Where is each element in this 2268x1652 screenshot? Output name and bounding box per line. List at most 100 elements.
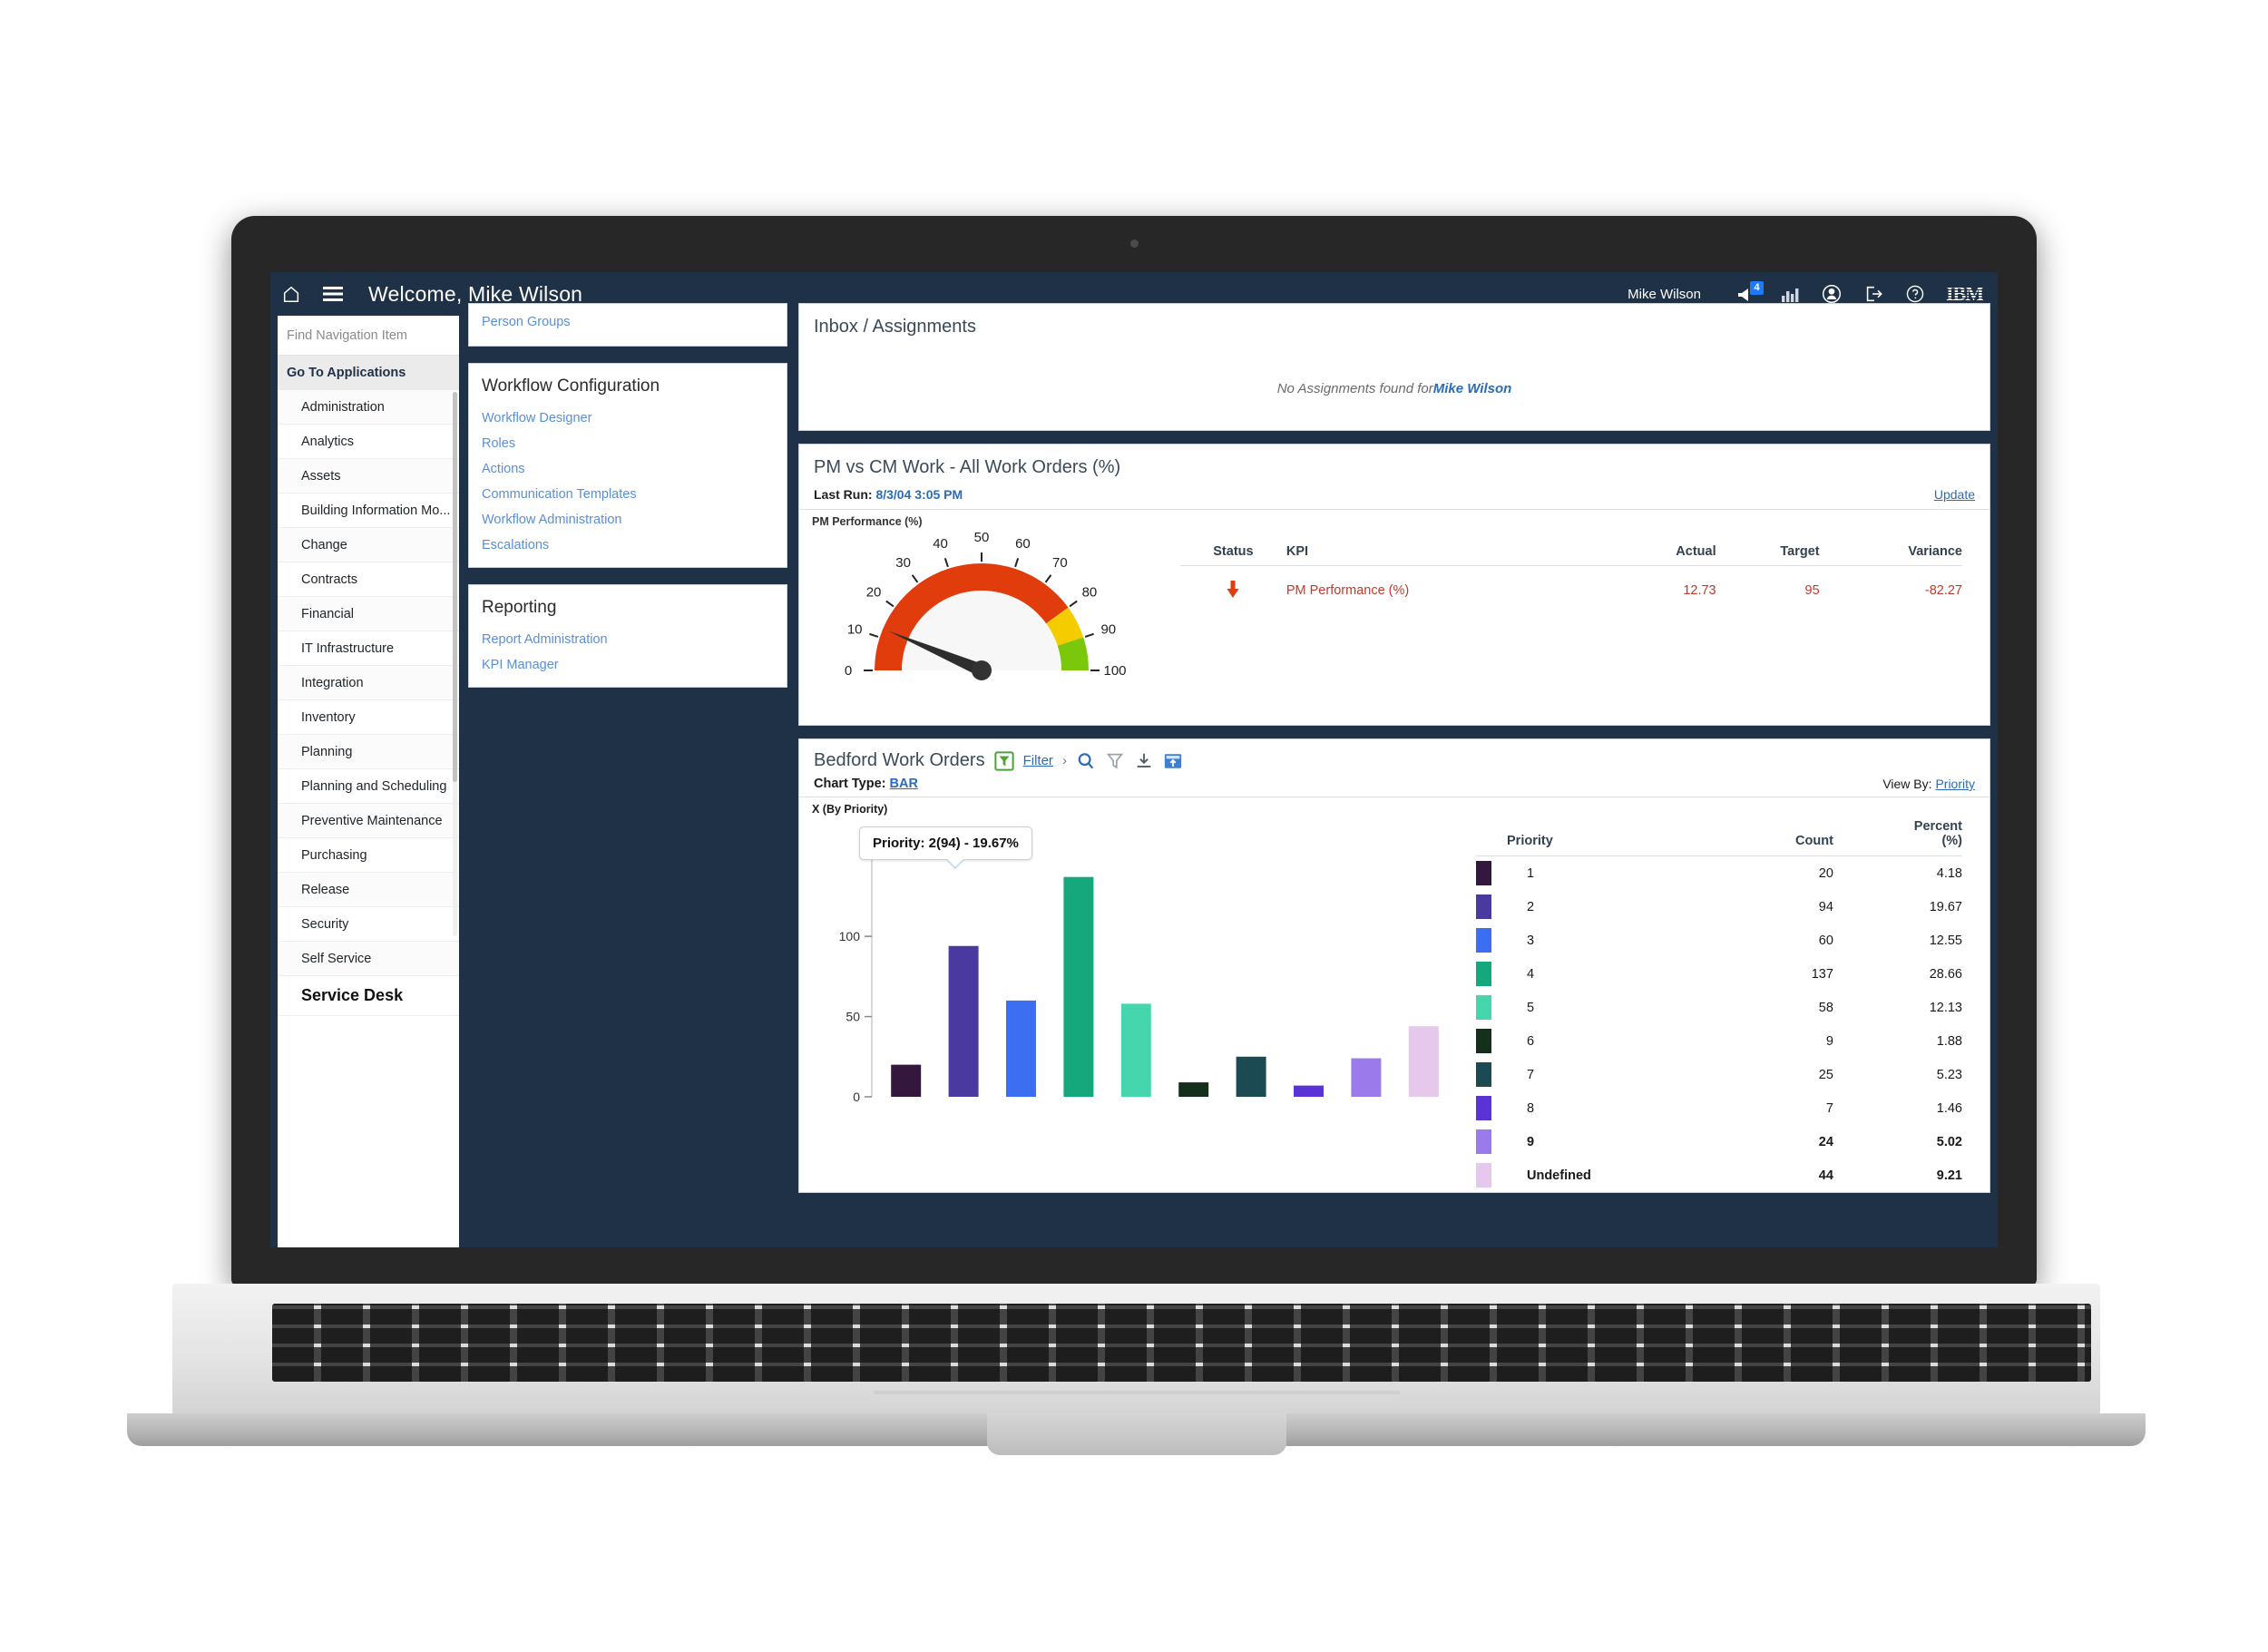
gauge-tick-label: 70 xyxy=(1052,555,1068,571)
sidebar-item-change[interactable]: Change xyxy=(278,528,459,562)
sidebar-navigation: Go To Applications AdministrationAnalyti… xyxy=(278,316,459,1247)
home-icon[interactable] xyxy=(270,272,312,316)
sidebar-item-building-information-mo[interactable]: Building Information Mo... xyxy=(278,494,459,528)
table-row[interactable]: 9 24 5.02 xyxy=(1476,1125,1962,1158)
kpi-table-row: PM Performance (%) 12.73 95 -82.27 xyxy=(1180,566,1962,603)
bar-6[interactable] xyxy=(1178,1082,1209,1097)
chevron-right-icon[interactable]: › xyxy=(1062,753,1067,768)
search-input[interactable] xyxy=(287,327,450,343)
sidebar-item-purchasing[interactable]: Purchasing xyxy=(278,838,459,873)
laptop-front-notch xyxy=(986,1413,1286,1455)
kpi-cell-variance: -82.27 xyxy=(1924,583,1962,598)
table-row[interactable]: 8 7 1.46 xyxy=(1476,1091,1962,1125)
sidebar-item-contracts[interactable]: Contracts xyxy=(278,562,459,597)
clear-filter-icon[interactable] xyxy=(1105,751,1125,771)
laptop-body xyxy=(172,1284,2100,1420)
link-person-groups[interactable]: Person Groups xyxy=(469,304,787,340)
sidebar-item-analytics[interactable]: Analytics xyxy=(278,425,459,459)
bar-5[interactable] xyxy=(1120,1003,1151,1097)
inbox-user-link[interactable]: Mike Wilson xyxy=(1433,381,1512,396)
bar-4[interactable] xyxy=(1063,876,1094,1097)
bar-8[interactable] xyxy=(1294,1085,1324,1097)
table-row[interactable]: 3 60 12.55 xyxy=(1476,924,1962,957)
hamburger-menu-icon[interactable] xyxy=(312,272,354,316)
export-icon[interactable] xyxy=(1163,751,1183,771)
status-down-arrow-icon xyxy=(1180,566,1286,603)
sidebar-item-list: Administration Analytics Assets Building In… xyxy=(278,390,459,1016)
filter-link[interactable]: Filter xyxy=(1023,753,1053,768)
link-roles[interactable]: Roles xyxy=(469,431,787,456)
cell-priority: Undefined xyxy=(1527,1168,1591,1183)
table-row[interactable]: Undefined 44 9.21 xyxy=(1476,1158,1962,1192)
cell-priority: 3 xyxy=(1527,933,1535,948)
cell-percent: 1.46 xyxy=(1936,1100,1962,1116)
keyboard xyxy=(272,1304,2091,1382)
color-swatch xyxy=(1476,1058,1507,1091)
link-kpi-manager[interactable]: KPI Manager xyxy=(469,652,787,678)
table-row[interactable]: 7 25 5.23 xyxy=(1476,1058,1962,1091)
kpi-table-header-row: Status KPI Actual Target Variance xyxy=(1180,544,1962,566)
bar-undefined[interactable] xyxy=(1408,1026,1439,1097)
download-icon[interactable] xyxy=(1134,751,1154,771)
gauge-tick xyxy=(911,574,919,583)
link-actions[interactable]: Actions xyxy=(469,456,787,482)
link-report-administration[interactable]: Report Administration xyxy=(469,627,787,652)
color-swatch xyxy=(1476,1024,1507,1058)
bedford-work-orders-panel: Bedford Work Orders Filter › Chart Type:… xyxy=(798,738,1990,1193)
sidebar-item-financial[interactable]: Financial xyxy=(278,597,459,631)
sidebar-item-planning-and-scheduling[interactable]: Planning and Scheduling xyxy=(278,769,459,804)
sidebar-item-planning[interactable]: Planning xyxy=(278,735,459,769)
gauge-tick-label: 100 xyxy=(1103,663,1126,679)
sidebar-item-it-infrastructure[interactable]: IT Infrastructure xyxy=(278,631,459,666)
sidebar-item-inventory[interactable]: Inventory xyxy=(278,700,459,735)
bar-7[interactable] xyxy=(1236,1056,1266,1097)
sidebar-item-release[interactable]: Release xyxy=(278,873,459,907)
table-row[interactable]: 1 20 4.18 xyxy=(1476,856,1962,891)
sidebar-item-preventive-maintenance[interactable]: Preventive Maintenance xyxy=(278,804,459,838)
bar-2[interactable] xyxy=(948,945,979,1097)
nav-search-row xyxy=(278,316,459,356)
bar-1[interactable] xyxy=(891,1064,922,1097)
kpi-update-link[interactable]: Update xyxy=(1934,487,1975,502)
cell-priority: 2 xyxy=(1527,899,1535,914)
sidebar-item-integration[interactable]: Integration xyxy=(278,666,459,700)
color-swatch xyxy=(1476,1091,1507,1125)
cell-count: 9 xyxy=(1825,1033,1833,1049)
cell-count: 58 xyxy=(1818,1000,1833,1015)
gauge-tick-label: 90 xyxy=(1100,622,1116,638)
sidebar-item-self-service[interactable]: Self Service xyxy=(278,942,459,976)
table-row[interactable]: 5 58 12.13 xyxy=(1476,991,1962,1024)
gauge-tick xyxy=(1084,632,1094,638)
table-row[interactable]: 4 137 28.66 xyxy=(1476,957,1962,991)
link-escalations[interactable]: Escalations xyxy=(469,533,787,558)
gauge-tick xyxy=(1069,600,1078,608)
gauge-tick-label: 0 xyxy=(845,663,852,679)
bar-3[interactable] xyxy=(1006,1000,1036,1097)
gauge-tick xyxy=(943,558,949,568)
cell-percent: 28.66 xyxy=(1929,966,1962,982)
link-workflow-designer[interactable]: Workflow Designer xyxy=(469,406,787,431)
kpi-table: Status KPI Actual Target Variance PM Perform… xyxy=(1180,528,1989,611)
table-row[interactable]: 6 9 1.88 xyxy=(1476,1024,1962,1058)
view-by-value[interactable]: Priority xyxy=(1935,777,1975,791)
kpi-cell-kpi[interactable]: PM Performance (%) xyxy=(1286,566,1610,603)
cell-percent: 5.02 xyxy=(1936,1134,1962,1149)
data-col-percent: Percent (%) xyxy=(1833,819,1962,856)
link-communication-templates[interactable]: Communication Templates xyxy=(469,482,787,507)
table-row[interactable]: 2 94 19.67 xyxy=(1476,890,1962,924)
link-workflow-administration[interactable]: Workflow Administration xyxy=(469,507,787,533)
bar-9[interactable] xyxy=(1351,1058,1382,1097)
sidebar-item-service-desk[interactable]: Service Desk xyxy=(278,976,459,1016)
sidebar-item-security[interactable]: Security xyxy=(278,907,459,942)
bedford-subheader-row: Chart Type: BAR View By: Priority xyxy=(799,777,1989,797)
sidebar-item-administration[interactable]: Administration xyxy=(278,390,459,425)
sidebar-item-assets[interactable]: Assets xyxy=(278,459,459,494)
cell-priority: 1 xyxy=(1527,865,1535,881)
color-swatch xyxy=(1476,1158,1507,1192)
search-icon[interactable] xyxy=(1076,751,1096,771)
gauge-tick-label: 60 xyxy=(1015,536,1031,552)
sidebar-scrollbar-thumb[interactable] xyxy=(453,392,457,782)
filter-icon[interactable] xyxy=(993,750,1014,771)
gauge-tick xyxy=(869,632,879,638)
chart-type-value[interactable]: BAR xyxy=(890,777,918,791)
